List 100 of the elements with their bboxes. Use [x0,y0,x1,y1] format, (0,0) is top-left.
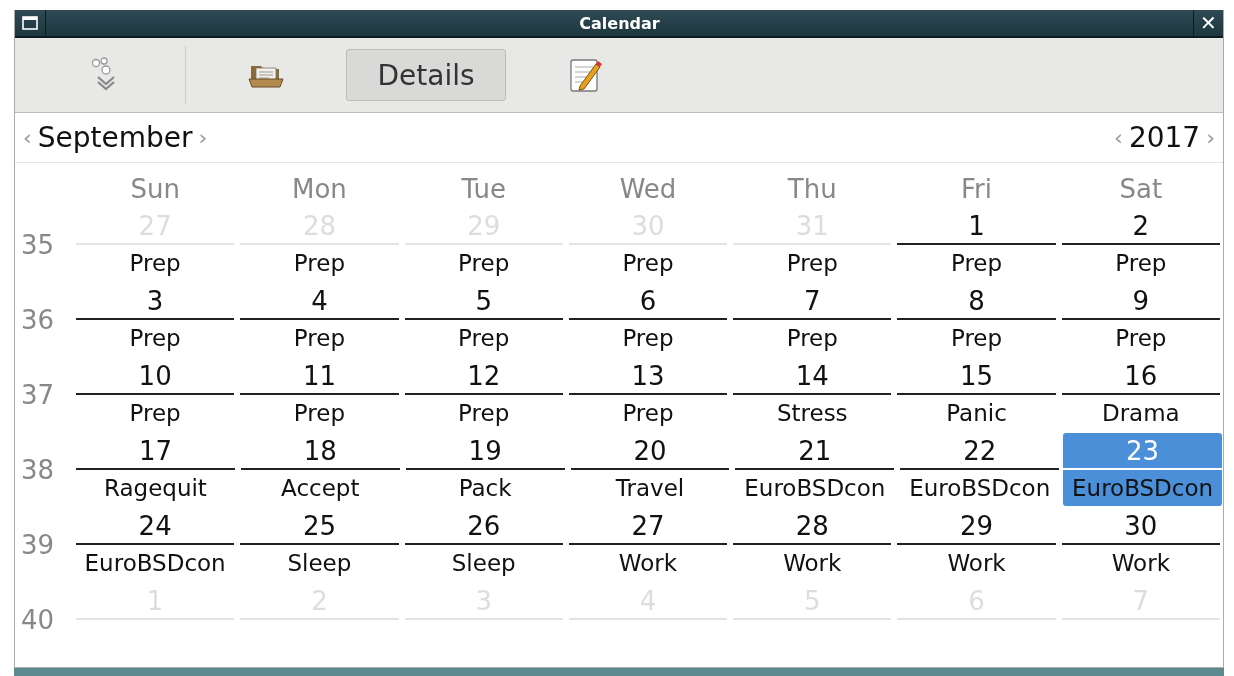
day-cell[interactable]: 14 Stress [733,358,892,433]
date-number: 14 [795,360,829,393]
day-cell[interactable]: 3 Prep [76,283,235,358]
event-label: Drama [1100,399,1181,428]
week-number: 40 [21,605,55,635]
day-cell[interactable]: 21 EuroBSDcon [735,433,895,508]
notepad-pencil-icon[interactable] [568,56,604,94]
event-label: Prep [949,249,1004,278]
event-label: Prep [1114,249,1168,278]
weekday-label: Wed [618,172,678,204]
day-cell[interactable]: 7 Prep [733,283,892,358]
day-cell[interactable]: 19 Pack [405,433,565,508]
day-cell[interactable]: 23 EuroBSDcon [1063,433,1222,506]
day-cell[interactable]: 12 Prep [404,358,563,433]
day-cell[interactable]: 20 Travel [570,433,730,508]
date-number: 10 [138,360,172,393]
date-number: 8 [968,285,985,318]
date-number: 3 [146,285,164,318]
date-number: 5 [475,285,492,318]
event-label: Prep [621,399,675,428]
event-label: EuroBSDcon [908,474,1052,503]
event-label: Sleep [450,549,517,578]
date-number: 27 [631,510,665,543]
date-number: 2 [1132,210,1150,243]
event-label: Work [946,549,1007,578]
day-cell[interactable]: 17 Ragequit [76,433,235,508]
event-label: Work [782,549,843,578]
date-number: 17 [138,435,172,468]
event-label: EuroBSDcon [83,549,227,578]
event-label: Prep [457,249,511,278]
day-cell[interactable]: 30 Work [1061,508,1220,583]
event-label: Prep [1114,324,1168,353]
event-label: Prep [128,249,182,278]
day-cell[interactable]: 28 Work [733,508,892,583]
date-number: 25 [302,510,336,543]
date-number: 20 [633,435,667,468]
event-label: Sleep [286,549,353,578]
day-cell[interactable]: 25 Sleep [240,508,399,583]
day-cell[interactable]: 16 Drama [1061,358,1220,433]
event-label: Prep [292,249,346,278]
day-cell[interactable]: 26 Sleep [404,508,563,583]
window-menu-icon[interactable] [22,16,38,30]
event-label: Prep [785,324,839,353]
day-cell[interactable]: 13 Prep [568,358,728,433]
day-cell[interactable]: 2 Prep [1061,208,1220,283]
weekday-label: Sat [1118,172,1164,204]
weekday-label: Tue [460,172,507,204]
day-cell[interactable]: 8 Prep [897,283,1056,358]
date-number: 16 [1124,360,1158,393]
event-label: Prep [785,249,839,278]
day-cell[interactable]: 24 EuroBSDcon [76,508,235,583]
date-number: 30 [1124,510,1158,543]
event-label: Pack [457,474,513,503]
day-cell[interactable]: 6 Prep [568,283,728,358]
week-number: 39 [21,530,55,560]
event-label: Travel [614,474,686,503]
day-cell[interactable]: 4 Prep [240,283,399,358]
date-number: 26 [467,510,501,543]
date-number: 7 [804,285,821,318]
day-cell[interactable]: 27 Work [568,508,728,583]
week-number: 35 [21,230,55,260]
date-number: 11 [302,360,336,393]
day-cell[interactable]: 18 Accept [240,433,400,508]
date-number: 6 [639,285,657,318]
event-label: Prep [292,324,346,353]
details-button[interactable]: Details [346,49,506,101]
close-button[interactable]: ✕ [1193,10,1223,36]
window-title: Calendar [578,13,661,33]
weekday-label: Sun [129,172,181,204]
weekday-label: Mon [291,172,348,204]
event-label: Prep [457,399,511,428]
event-label: Ragequit [102,474,208,503]
event-label: Stress [775,399,849,428]
day-cell[interactable]: 5 Prep [404,283,563,358]
event-label: Prep [949,324,1004,353]
date-number: 28 [795,510,829,543]
week-number: 37 [21,380,55,410]
date-number: 29 [960,510,994,543]
day-cell[interactable]: 29 Work [897,508,1056,583]
day-cell[interactable]: 22 EuroBSDcon [900,433,1060,508]
event-label: Work [1110,549,1171,578]
weekday-label: Thu [786,172,838,204]
event-label: Prep [457,324,511,353]
date-number: 4 [311,285,328,318]
event-label: Prep [128,399,182,428]
date-number: 15 [960,360,994,393]
event-label: Prep [621,249,675,278]
week-number: 38 [21,455,55,485]
day-cell[interactable]: 1 Prep [897,208,1056,283]
month-label: September [37,121,193,154]
day-cell[interactable]: 9 Prep [1061,283,1220,358]
day-cell[interactable]: 10 Prep [76,358,235,433]
week-number: 36 [21,305,55,335]
date-number: 12 [467,360,501,393]
date-number: 18 [303,435,337,468]
day-cell[interactable]: 15 Panic [897,358,1056,433]
day-cell[interactable]: 11 Prep [240,358,399,433]
weekday-label: Fri [960,172,994,204]
date-number: 19 [468,435,502,468]
event-label: Prep [292,399,346,428]
